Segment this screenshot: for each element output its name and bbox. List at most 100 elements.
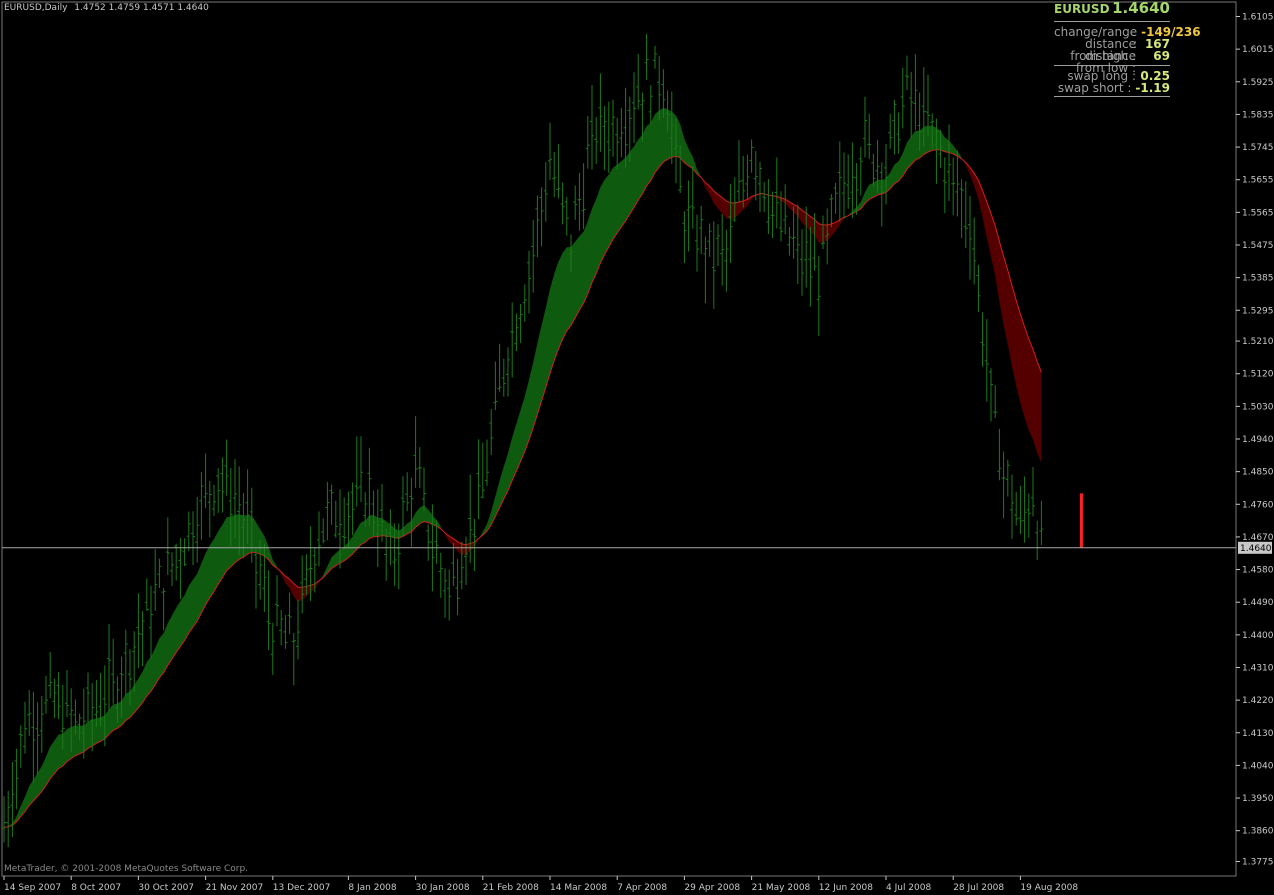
info-row-swap-short: swap short : -1.19 bbox=[1054, 82, 1170, 97]
price-bar bbox=[535, 195, 540, 258]
price-bar bbox=[716, 224, 720, 267]
price-bar bbox=[287, 592, 292, 635]
price-bar bbox=[161, 588, 166, 631]
chart-area[interactable]: 1.6105 1.6015 1.5925 1.5835 1.5745 1.5655 1.55… bbox=[0, 0, 1274, 895]
price-bar bbox=[52, 678, 57, 719]
price-bar bbox=[758, 161, 762, 213]
price-bar bbox=[1014, 491, 1019, 526]
price-bar bbox=[56, 671, 61, 720]
price-bar bbox=[980, 312, 985, 367]
price-bar bbox=[1031, 467, 1035, 517]
price-chart[interactable]: 1.6105 1.6015 1.5925 1.5835 1.5745 1.5655 1.55… bbox=[0, 0, 1274, 895]
price-bar bbox=[644, 34, 649, 80]
price-bar bbox=[170, 552, 174, 586]
y-tick-label: 1.4400 bbox=[1242, 631, 1274, 641]
price-bar bbox=[178, 537, 183, 600]
price-bar bbox=[18, 725, 23, 768]
y-tick-label: 1.4580 bbox=[1242, 566, 1274, 576]
price-bar bbox=[741, 156, 746, 208]
price-bar bbox=[333, 500, 338, 538]
price-bar bbox=[354, 436, 359, 507]
x-tick-label: 30 Oct 2007 bbox=[138, 883, 194, 893]
price-bar bbox=[27, 690, 32, 736]
price-bar bbox=[753, 150, 758, 201]
price-bar bbox=[195, 497, 200, 563]
price-bar bbox=[829, 194, 834, 228]
x-tick-label: 7 Apr 2008 bbox=[617, 883, 667, 893]
info-row-distance-low: distance from low : 69 bbox=[1054, 50, 1170, 74]
price-bar bbox=[791, 206, 796, 259]
y-tick-label: 1.5925 bbox=[1242, 78, 1274, 88]
price-bar bbox=[220, 457, 225, 513]
price-bar bbox=[682, 211, 687, 264]
y-tick-label: 1.4220 bbox=[1242, 696, 1274, 706]
price-bar bbox=[564, 196, 569, 236]
price-bar bbox=[144, 578, 149, 611]
price-bar bbox=[254, 548, 258, 609]
price-bar bbox=[892, 99, 897, 155]
price-bar bbox=[123, 629, 128, 696]
price-bar bbox=[65, 670, 69, 718]
price-bar bbox=[451, 542, 456, 586]
y-tick-label: 1.4940 bbox=[1242, 435, 1274, 445]
info-title-row: EURUSD 1.4640 bbox=[1054, 1, 1170, 22]
up-band-segment bbox=[319, 505, 441, 582]
price-bar bbox=[409, 477, 414, 547]
price-bar bbox=[690, 166, 695, 229]
price-bar bbox=[745, 154, 750, 199]
x-tick-label: 30 Jan 2008 bbox=[416, 883, 470, 893]
price-bar bbox=[522, 284, 527, 322]
price-bar bbox=[774, 157, 779, 229]
price-bar bbox=[443, 568, 447, 618]
x-tick-label: 12 Jun 2008 bbox=[819, 883, 873, 893]
x-tick-label: 21 May 2008 bbox=[752, 883, 811, 893]
price-bar bbox=[405, 472, 410, 512]
price-bar bbox=[275, 575, 279, 627]
y-tick-label: 1.6105 bbox=[1242, 13, 1274, 23]
price-bar bbox=[1022, 476, 1027, 543]
price-bar bbox=[703, 236, 708, 304]
x-tick-label: 21 Feb 2008 bbox=[483, 883, 539, 893]
y-tick-label: 1.6015 bbox=[1242, 45, 1274, 55]
price-bar bbox=[1001, 451, 1006, 519]
price-bar bbox=[686, 180, 691, 252]
price-bar bbox=[783, 184, 788, 235]
ohlc-values: 1.4752 1.4759 1.4571 1.4640 bbox=[74, 3, 209, 13]
y-tick-label: 1.5120 bbox=[1242, 370, 1274, 380]
down-band-segment bbox=[764, 193, 844, 243]
price-bar bbox=[14, 748, 19, 810]
price-bar bbox=[140, 611, 145, 667]
price-bar bbox=[165, 517, 170, 575]
price-bar bbox=[560, 182, 565, 225]
price-bar bbox=[871, 153, 876, 187]
price-bar bbox=[711, 221, 716, 309]
x-tick-label: 14 Mar 2008 bbox=[550, 883, 607, 893]
price-bar bbox=[413, 416, 418, 488]
y-tick-label: 1.4760 bbox=[1242, 500, 1274, 510]
price-bar bbox=[737, 140, 741, 203]
price-bar bbox=[296, 599, 300, 660]
price-bar bbox=[623, 87, 628, 168]
price-bar bbox=[539, 187, 544, 247]
price-bar bbox=[199, 472, 204, 540]
price-bar bbox=[615, 117, 620, 170]
price-bar bbox=[325, 481, 330, 541]
price-bar bbox=[447, 569, 452, 621]
y-tick-label: 1.4040 bbox=[1242, 761, 1274, 771]
price-bar bbox=[976, 264, 981, 312]
price-bar bbox=[606, 101, 611, 174]
price-bar bbox=[913, 54, 918, 130]
price-bar bbox=[279, 610, 284, 646]
price-bar bbox=[959, 179, 964, 239]
price-bar bbox=[157, 558, 162, 588]
price-bar bbox=[888, 113, 893, 149]
chart-border bbox=[1, 1, 1237, 877]
price-bar bbox=[283, 615, 288, 649]
price-bar bbox=[455, 559, 460, 616]
price-bar bbox=[321, 518, 326, 544]
price-bar bbox=[300, 555, 305, 614]
symbol-header: EURUSD,Daily 1.4752 1.4759 1.4571 1.4640 bbox=[4, 3, 213, 13]
price-bar bbox=[149, 585, 153, 659]
y-tick-label: 1.5210 bbox=[1242, 337, 1274, 347]
x-tick-label: 14 Sep 2007 bbox=[4, 883, 61, 893]
